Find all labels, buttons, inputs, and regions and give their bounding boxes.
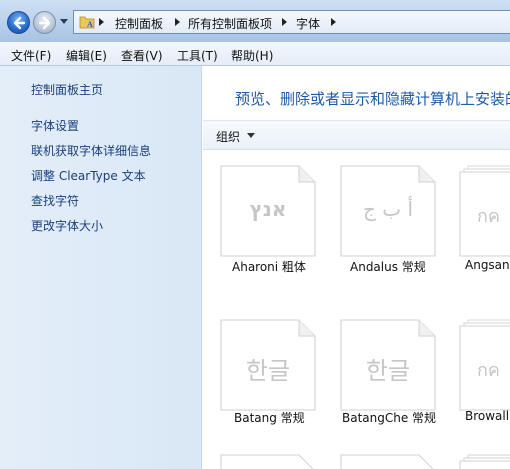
breadcrumb-fonts[interactable]: 字体 bbox=[296, 15, 320, 32]
chevron-down-icon[interactable] bbox=[247, 133, 255, 138]
font-file-icon[interactable]: 한글 bbox=[340, 319, 436, 411]
font-preview-glyph: กค bbox=[477, 360, 500, 381]
menu-bar: 文件(F) 编辑(E) 查看(V) 工具(T) 帮助(H) bbox=[0, 42, 510, 66]
svg-text:A: A bbox=[87, 20, 93, 29]
control-panel-home-link[interactable]: 控制面板主页 bbox=[31, 81, 103, 98]
font-name-label[interactable]: Andalus 常规 bbox=[350, 258, 426, 275]
font-file-icon[interactable]: أ ب ﺝ bbox=[340, 165, 436, 257]
menu-view[interactable]: 查看(V) bbox=[121, 47, 163, 64]
font-preview-glyph: 한글 bbox=[365, 357, 411, 385]
command-bar: 组织 bbox=[203, 120, 510, 150]
font-preview-glyph: אנץ bbox=[249, 197, 287, 221]
breadcrumb-control-panel[interactable]: 控制面板 bbox=[115, 15, 163, 32]
font-file-icon[interactable] bbox=[220, 454, 316, 469]
control-panel-folder-icon: A bbox=[79, 16, 95, 29]
breadcrumb-separator-icon[interactable] bbox=[99, 18, 105, 26]
page-heading: 预览、删除或者显示和隐藏计算机上安装的字体 bbox=[235, 90, 510, 108]
menu-edit[interactable]: 编辑(E) bbox=[66, 47, 107, 64]
font-settings-link[interactable]: 字体设置 bbox=[31, 117, 79, 134]
font-family-icon[interactable] bbox=[459, 454, 510, 469]
breadcrumb-separator-icon[interactable] bbox=[175, 18, 181, 26]
font-name-label[interactable]: Batang 常规 bbox=[234, 409, 305, 426]
recent-pages-chevron-down-icon[interactable] bbox=[60, 19, 68, 25]
font-preview-glyph: 한글 bbox=[245, 357, 291, 385]
menu-file[interactable]: 文件(F) bbox=[11, 47, 51, 64]
forward-button[interactable] bbox=[33, 11, 56, 34]
font-family-icon[interactable]: กค bbox=[459, 319, 510, 411]
font-file-icon[interactable] bbox=[340, 454, 436, 469]
font-file-icon[interactable]: 한글 bbox=[220, 319, 316, 411]
breadcrumb-all-items[interactable]: 所有控制面板项 bbox=[188, 15, 272, 32]
font-name-label[interactable]: Aharoni 粗体 bbox=[232, 258, 306, 275]
font-name-label[interactable]: BatangChe 常规 bbox=[342, 409, 436, 426]
font-file-icon[interactable]: אנץ bbox=[220, 165, 316, 257]
menu-help[interactable]: 帮助(H) bbox=[231, 47, 273, 64]
arrow-left-icon bbox=[13, 16, 26, 30]
organize-button[interactable]: 组织 bbox=[216, 128, 240, 145]
task-pane: 控制面板主页 字体设置 联机获取字体详细信息 调整 ClearType 文本 查… bbox=[0, 66, 202, 469]
address-box[interactable]: A 控制面板 所有控制面板项 字体 bbox=[73, 10, 510, 34]
font-name-label[interactable]: Angsana bbox=[465, 258, 510, 272]
font-grid: אנץ Aharoni 粗体 أ ب ﺝ Andalus 常规 กค Angsa… bbox=[203, 151, 510, 469]
font-name-label[interactable]: Browalli bbox=[465, 409, 510, 423]
breadcrumb-separator-icon[interactable] bbox=[282, 18, 288, 26]
address-bar-area: A 控制面板 所有控制面板项 字体 bbox=[0, 0, 510, 42]
main-pane: 预览、删除或者显示和隐藏计算机上安装的字体 组织 אנץ Aharoni 粗体 … bbox=[203, 66, 510, 469]
font-preview-glyph: กค bbox=[477, 206, 500, 227]
menu-tools[interactable]: 工具(T) bbox=[177, 47, 218, 64]
font-preview-glyph: أ ب ﺝ bbox=[362, 197, 413, 221]
font-family-icon[interactable]: กค bbox=[459, 165, 510, 257]
arrow-right-icon bbox=[38, 16, 51, 30]
breadcrumb-separator-icon[interactable] bbox=[331, 18, 337, 26]
change-font-size-link[interactable]: 更改字体大小 bbox=[31, 217, 103, 234]
find-character-link[interactable]: 查找字符 bbox=[31, 192, 79, 209]
get-font-info-online-link[interactable]: 联机获取字体详细信息 bbox=[31, 142, 151, 159]
back-button[interactable] bbox=[7, 11, 30, 34]
adjust-cleartype-link[interactable]: 调整 ClearType 文本 bbox=[31, 167, 146, 184]
